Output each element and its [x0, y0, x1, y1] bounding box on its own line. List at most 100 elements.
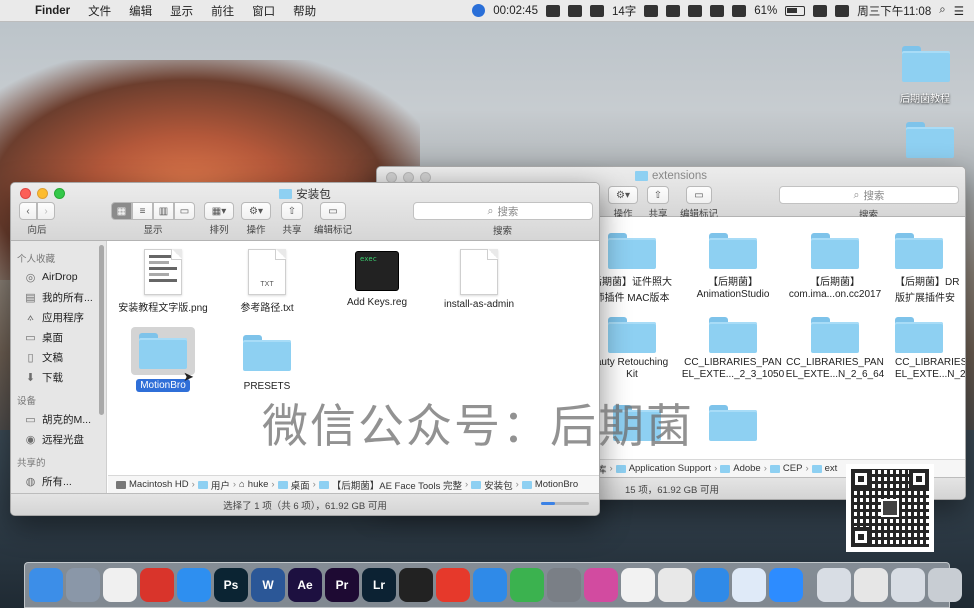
folder-item[interactable]: 【后期菌】DR 版扩展插件安 [875, 233, 965, 304]
dock-system-prefs-icon[interactable] [547, 568, 581, 602]
dock-launchpad-icon[interactable] [66, 568, 100, 602]
bluetooth-icon[interactable] [710, 4, 725, 17]
dock-trash-icon[interactable] [928, 568, 962, 602]
sidebar-item-all-files[interactable]: ▤ 我的所有... [11, 287, 106, 307]
dock-facetime-icon[interactable] [510, 568, 544, 602]
sidebar-item-airdrop[interactable]: ◎ AirDrop [11, 267, 106, 287]
dock-screen-icon[interactable] [584, 568, 618, 602]
menu-finder[interactable]: Finder [26, 5, 79, 17]
volume-icon[interactable] [732, 4, 747, 17]
search-field[interactable]: ⌕ 搜索 [779, 186, 959, 204]
folder-item[interactable] [678, 405, 788, 441]
menu-view[interactable]: 显示 [161, 3, 202, 19]
back-button[interactable]: ‹ [19, 202, 37, 220]
sidebar-item-remote-disc[interactable]: ◉ 远程光盘 [11, 429, 106, 449]
sidebar-item-downloads[interactable]: ⬇ 下载 [11, 367, 106, 387]
forward-button[interactable]: › [37, 202, 55, 220]
font-size-indicator[interactable]: 14字 [612, 3, 636, 19]
path-item[interactable]: 安装包 [484, 478, 513, 492]
icon-size-slider[interactable] [541, 502, 589, 505]
edit-tags-button[interactable]: ▭ [320, 202, 346, 220]
path-item[interactable]: Adobe [733, 463, 760, 474]
dock-netease-icon[interactable] [436, 568, 470, 602]
gallery-view-button[interactable]: ▭ [174, 202, 195, 220]
folder-item[interactable]: CC_LIBRARIES_PAN EL_EXTE..._2_3_1050 [678, 317, 788, 380]
dock-photos-icon[interactable] [103, 568, 137, 602]
dock-baidu-icon[interactable] [732, 568, 766, 602]
dock-qq-icon[interactable] [621, 568, 655, 602]
sidebar-item-desktop[interactable]: ▭ 桌面 [11, 327, 106, 347]
path-item[interactable]: 用户 [211, 478, 230, 492]
path-item[interactable]: Macintosh HD [129, 479, 189, 490]
sidebar-item-applications[interactable]: ⟑ 应用程序 [11, 307, 106, 327]
folder-item[interactable]: 【后期菌】 com.ima...on.cc2017 [780, 233, 890, 300]
dock-premiere-icon[interactable]: Pr [325, 568, 359, 602]
sidebar-scrollbar[interactable] [99, 245, 104, 415]
path-item[interactable]: 【后期菌】AE Face Tools 完整 [332, 478, 462, 492]
sidebar-item-all-shared[interactable]: ◍ 所有... [11, 471, 106, 491]
file-item[interactable]: PRESETS [212, 335, 322, 392]
sidebar-item-documents[interactable]: ▯ 文稿 [11, 347, 106, 367]
menu-file[interactable]: 文件 [79, 3, 120, 19]
notification-center-icon[interactable]: ☰ [954, 4, 964, 18]
action-button[interactable]: ⚙▾ [241, 202, 271, 220]
dock-safari-icon[interactable] [177, 568, 211, 602]
dock-baidu-disk-icon[interactable] [473, 568, 507, 602]
dock-finder-icon[interactable] [29, 568, 63, 602]
share-button[interactable]: ⇧ [281, 202, 303, 220]
spotlight-icon[interactable]: ⌕ [939, 4, 945, 17]
file-item[interactable]: TXT 参考路径.txt [212, 249, 322, 314]
share-button[interactable]: ⇧ [647, 186, 669, 204]
menu-go[interactable]: 前往 [202, 3, 243, 19]
path-item[interactable]: MotionBro [535, 479, 578, 490]
desktop-folder[interactable] [906, 122, 954, 158]
path-item[interactable]: Application Support [629, 463, 711, 474]
folder-item[interactable]: 【后期菌】 AnimationStudio [678, 233, 788, 300]
menu-window[interactable]: 窗口 [243, 3, 284, 19]
file-item-selected[interactable]: MotionBro [108, 327, 218, 392]
file-item[interactable]: exec Add Keys.reg [322, 251, 432, 308]
file-item[interactable]: install-as-admin [424, 249, 534, 310]
wifi-icon[interactable] [813, 4, 828, 17]
status-icon-3[interactable] [589, 4, 604, 17]
column-view-button[interactable]: ▥ [153, 202, 174, 220]
dock-zoom-icon[interactable] [769, 568, 803, 602]
battery-icon[interactable] [785, 5, 806, 16]
mic-icon[interactable] [666, 4, 681, 17]
input-method-icon[interactable] [835, 4, 850, 17]
dock-printer-icon[interactable] [854, 568, 888, 602]
dock-netease-music-icon[interactable] [140, 568, 174, 602]
dock-doc-stack-1-icon[interactable] [817, 568, 851, 602]
edit-tags-button[interactable]: ▭ [686, 186, 712, 204]
list-view-button[interactable]: ≡ [132, 202, 153, 220]
folder-item[interactable]: CC_LIBRARIES_PAN EL_EXTE...N_2_6_64 [780, 317, 890, 380]
menubar-clock[interactable]: 周三下午11:08 [857, 3, 931, 19]
status-icon-2[interactable] [567, 4, 582, 17]
dock-final-cut-icon[interactable] [399, 568, 433, 602]
path-item[interactable]: huke [248, 479, 269, 490]
dock-after-effects-icon[interactable]: Ae [288, 568, 322, 602]
search-field[interactable]: ⌕ 搜索 [413, 202, 593, 220]
status-icon-1[interactable] [545, 4, 560, 17]
dock-word-icon[interactable]: W [251, 568, 285, 602]
action-button[interactable]: ⚙▾ [608, 186, 638, 204]
menu-edit[interactable]: 编辑 [120, 3, 161, 19]
path-item[interactable]: 桌面 [291, 478, 310, 492]
dock-photoshop-icon[interactable]: Ps [214, 568, 248, 602]
folder-item[interactable]: CC_LIBRARIES_PAN EL_EXTE...N_2 [875, 317, 965, 380]
arrange-button[interactable]: ▦▾ [204, 202, 234, 220]
desktop-folder[interactable] [902, 46, 950, 82]
sidebar-item-macbook[interactable]: ▭ 胡克的M... [11, 409, 106, 429]
dock-lightroom-icon[interactable]: Lr [362, 568, 396, 602]
file-item[interactable]: 安装教程文字版.png [108, 249, 218, 314]
path-item[interactable]: CEP [783, 463, 803, 474]
dock-doc-stack-2-icon[interactable] [891, 568, 925, 602]
recording-icon[interactable] [472, 4, 486, 17]
status-icon-4[interactable] [644, 4, 659, 17]
path-item[interactable]: ext [825, 463, 838, 474]
dock-chrome-icon[interactable] [658, 568, 692, 602]
icon-view-button[interactable]: ▦ [111, 202, 132, 220]
dock-dingtalk-icon[interactable] [695, 568, 729, 602]
menu-help[interactable]: 帮助 [284, 3, 325, 19]
status-icon-5[interactable] [688, 4, 703, 17]
